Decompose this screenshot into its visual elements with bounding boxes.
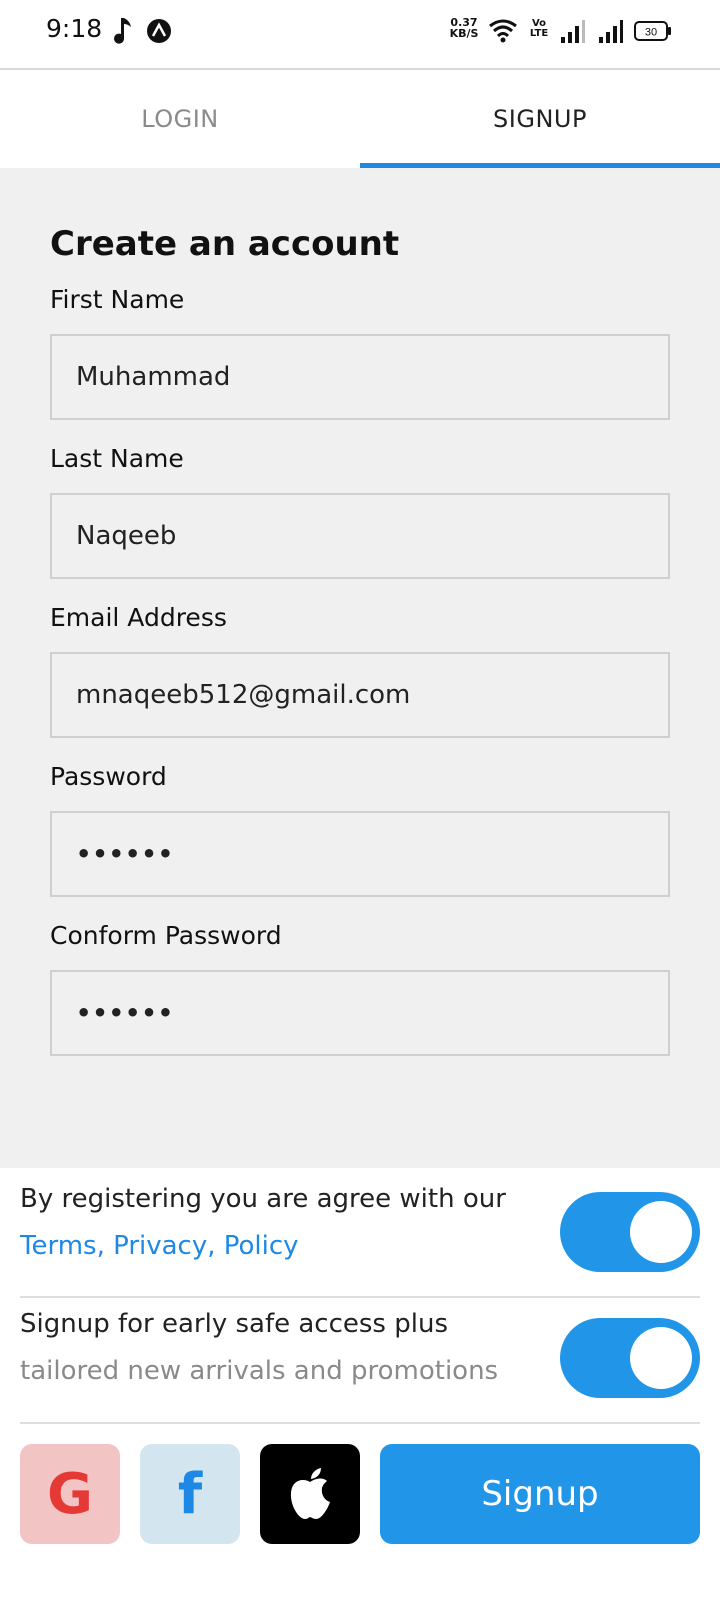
apple-signin-button[interactable] — [260, 1444, 360, 1544]
email-label: Email Address — [50, 603, 227, 632]
tab-login[interactable]: LOGIN — [0, 70, 360, 168]
promo-text-line2: tailored new arrivals and promotions — [20, 1356, 499, 1386]
google-signin-button[interactable]: G — [20, 1444, 120, 1544]
app-notification-icon — [147, 19, 171, 43]
signup-form: Create an account First Name Muhammad La… — [0, 168, 720, 1168]
last-name-label: Last Name — [50, 444, 184, 473]
battery-icon: 30 — [634, 21, 671, 41]
last-name-field[interactable]: Naqeeb — [50, 493, 670, 579]
first-name-label: First Name — [50, 285, 185, 314]
network-speed-unit: KB/S — [449, 27, 479, 40]
tab-signup[interactable]: SIGNUP — [360, 70, 720, 168]
signal-icon — [599, 20, 623, 43]
confirm-password-value: •••••• — [76, 999, 175, 1027]
google-icon: G — [47, 1461, 93, 1527]
auth-tabs: LOGIN SIGNUP — [0, 70, 720, 168]
status-time: 9:18 — [46, 14, 103, 43]
terms-link[interactable]: Terms, Privacy, Policy — [20, 1231, 299, 1261]
confirm-password-field[interactable]: •••••• — [50, 970, 670, 1056]
music-note-icon — [114, 18, 131, 44]
divider — [20, 1296, 700, 1298]
first-name-value: Muhammad — [76, 362, 231, 392]
facebook-signin-button[interactable]: f — [140, 1444, 240, 1544]
apple-icon — [290, 1468, 330, 1519]
password-label: Password — [50, 762, 167, 791]
divider — [20, 1422, 700, 1424]
terms-toggle[interactable] — [560, 1192, 700, 1272]
toggle-knob — [630, 1327, 692, 1389]
status-bar: 9:18 0.37 KB/S Vo LTE 30 — [0, 0, 720, 70]
promo-text-line1: Signup for early safe access plus — [20, 1309, 448, 1339]
email-value: mnaqeeb512@gmail.com — [76, 680, 411, 710]
network-speed: 0.37 KB/S — [444, 17, 484, 39]
email-field[interactable]: mnaqeeb512@gmail.com — [50, 652, 670, 738]
first-name-field[interactable]: Muhammad — [50, 334, 670, 420]
last-name-value: Naqeeb — [76, 521, 177, 551]
password-value: •••••• — [76, 840, 175, 868]
toggle-knob — [630, 1201, 692, 1263]
wifi-icon — [489, 19, 517, 43]
facebook-icon: f — [177, 1461, 203, 1527]
terms-text: By registering you are agree with our — [20, 1184, 506, 1214]
volte-icon: Vo LTE — [526, 19, 552, 39]
signal-icon — [561, 20, 585, 43]
promo-toggle[interactable] — [560, 1318, 700, 1398]
password-field[interactable]: •••••• — [50, 811, 670, 897]
volte-line2: LTE — [529, 28, 549, 39]
signup-button[interactable]: Signup — [380, 1444, 700, 1544]
battery-level: 30 — [645, 27, 657, 39]
confirm-password-label: Conform Password — [50, 921, 282, 950]
form-title: Create an account — [50, 224, 400, 264]
